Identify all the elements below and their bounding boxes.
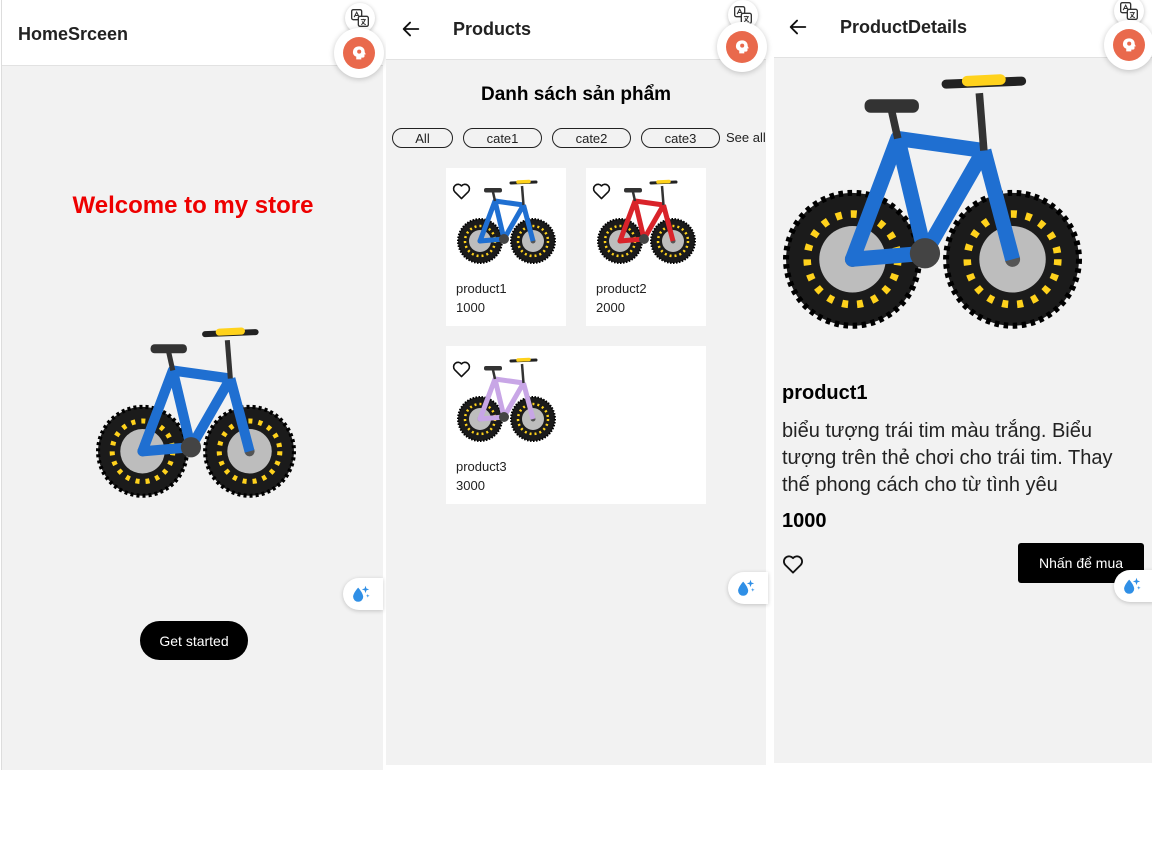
product-details-screen: ProductDetails product1 biểu tượng trái … (774, 0, 1152, 763)
product-name: product1 (782, 382, 868, 404)
product-image (456, 354, 556, 456)
chip-cate3[interactable]: cate3 (641, 128, 720, 148)
heart-icon[interactable] (452, 360, 471, 378)
product-card[interactable]: product2 2000 (586, 168, 706, 326)
product-price: 3000 (456, 478, 485, 493)
see-all-link[interactable]: See all (726, 130, 766, 145)
list-heading: Danh sách sản phẩm (480, 84, 672, 105)
brain-icon[interactable] (717, 22, 767, 72)
home-screen: HomeSrceen Welcome to my store Get start… (1, 0, 383, 770)
products-screen: Products Danh sách sản phẩm All cate1 ca… (386, 0, 766, 765)
product-name: product3 (456, 459, 507, 474)
chip-all[interactable]: All (392, 128, 453, 148)
sparkle-drop-icon[interactable] (728, 572, 768, 604)
brain-icon[interactable] (334, 28, 384, 78)
chip-cate1[interactable]: cate1 (463, 128, 542, 148)
product-price: 1000 (782, 510, 827, 532)
heart-icon[interactable] (452, 182, 471, 200)
product-name: product1 (456, 281, 507, 296)
product-price: 2000 (596, 300, 625, 315)
heart-icon[interactable] (782, 554, 804, 574)
app-header: Products (386, 0, 766, 60)
page-title: ProductDetails (840, 17, 968, 37)
product-card[interactable]: product1 1000 (446, 168, 566, 326)
product-card[interactable]: product3 3000 (446, 346, 706, 504)
bike-image (94, 322, 296, 524)
sparkle-drop-icon[interactable] (1114, 570, 1152, 602)
page-title: Products (453, 19, 532, 39)
product-description: biểu tượng trái tim màu trắng. Biểu tượn… (782, 420, 1113, 496)
welcome-heading: Welcome to my store (72, 192, 314, 219)
chip-cate2[interactable]: cate2 (552, 128, 631, 148)
product-price: 1000 (456, 300, 485, 315)
back-arrow-icon[interactable] (400, 18, 422, 40)
brain-icon[interactable] (1104, 20, 1152, 70)
back-arrow-icon[interactable] (787, 16, 809, 38)
app-header: ProductDetails (774, 0, 1152, 58)
page-title: HomeSrceen (18, 24, 129, 44)
heart-icon[interactable] (592, 182, 611, 200)
product-image (456, 176, 556, 278)
sparkle-drop-icon[interactable] (343, 578, 383, 610)
product-image (780, 66, 1082, 368)
get-started-button[interactable]: Get started (140, 621, 248, 660)
product-image (596, 176, 696, 278)
app-header: HomeSrceen (2, 0, 383, 66)
product-name: product2 (596, 281, 647, 296)
